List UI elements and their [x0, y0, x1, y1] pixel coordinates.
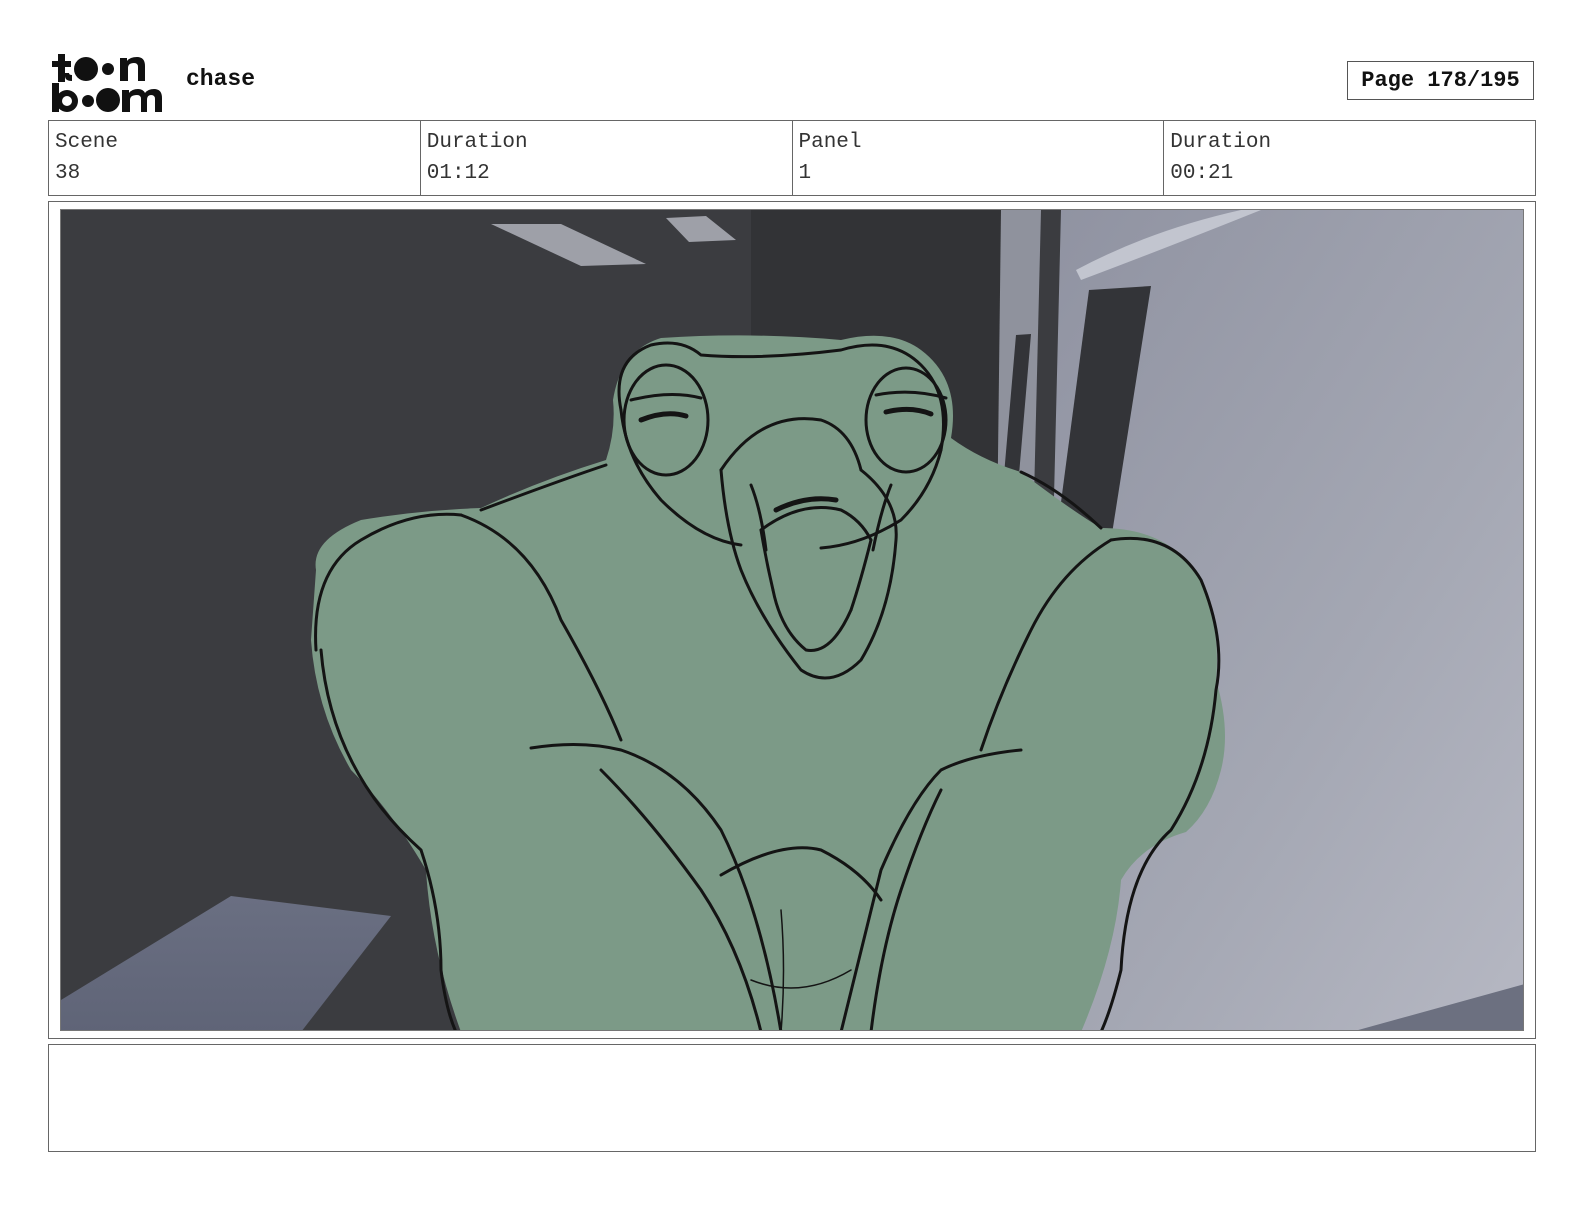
panel-duration-cell: Duration 00:21	[1164, 121, 1535, 195]
toon-boom-logo-mark	[52, 54, 162, 112]
project-title: chase	[186, 66, 256, 92]
toon-boom-logo	[50, 50, 166, 114]
panel-duration-label: Duration	[1170, 131, 1272, 154]
scene-duration-value: 01:12	[426, 162, 490, 185]
scene-value: 38	[55, 162, 81, 185]
storyboard-panel-image	[60, 209, 1524, 1031]
panel-notes-box[interactable]	[48, 1044, 1536, 1152]
scene-cell: Scene 38	[49, 121, 421, 195]
panel-value: 1	[798, 162, 812, 185]
scene-label: Scene	[55, 131, 119, 154]
panel-cell: Panel 1	[793, 121, 1165, 195]
panel-drawing	[61, 210, 1523, 1030]
panel-label: Panel	[798, 131, 862, 154]
scene-duration-cell: Duration 01:12	[421, 121, 793, 195]
panel-duration-value: 00:21	[1170, 162, 1234, 185]
page-number: Page 178/195	[1347, 61, 1534, 100]
scene-info-table: Scene 38 Duration 01:12 Panel 1 Duration…	[48, 120, 1536, 196]
scene-duration-label: Duration	[426, 131, 528, 154]
